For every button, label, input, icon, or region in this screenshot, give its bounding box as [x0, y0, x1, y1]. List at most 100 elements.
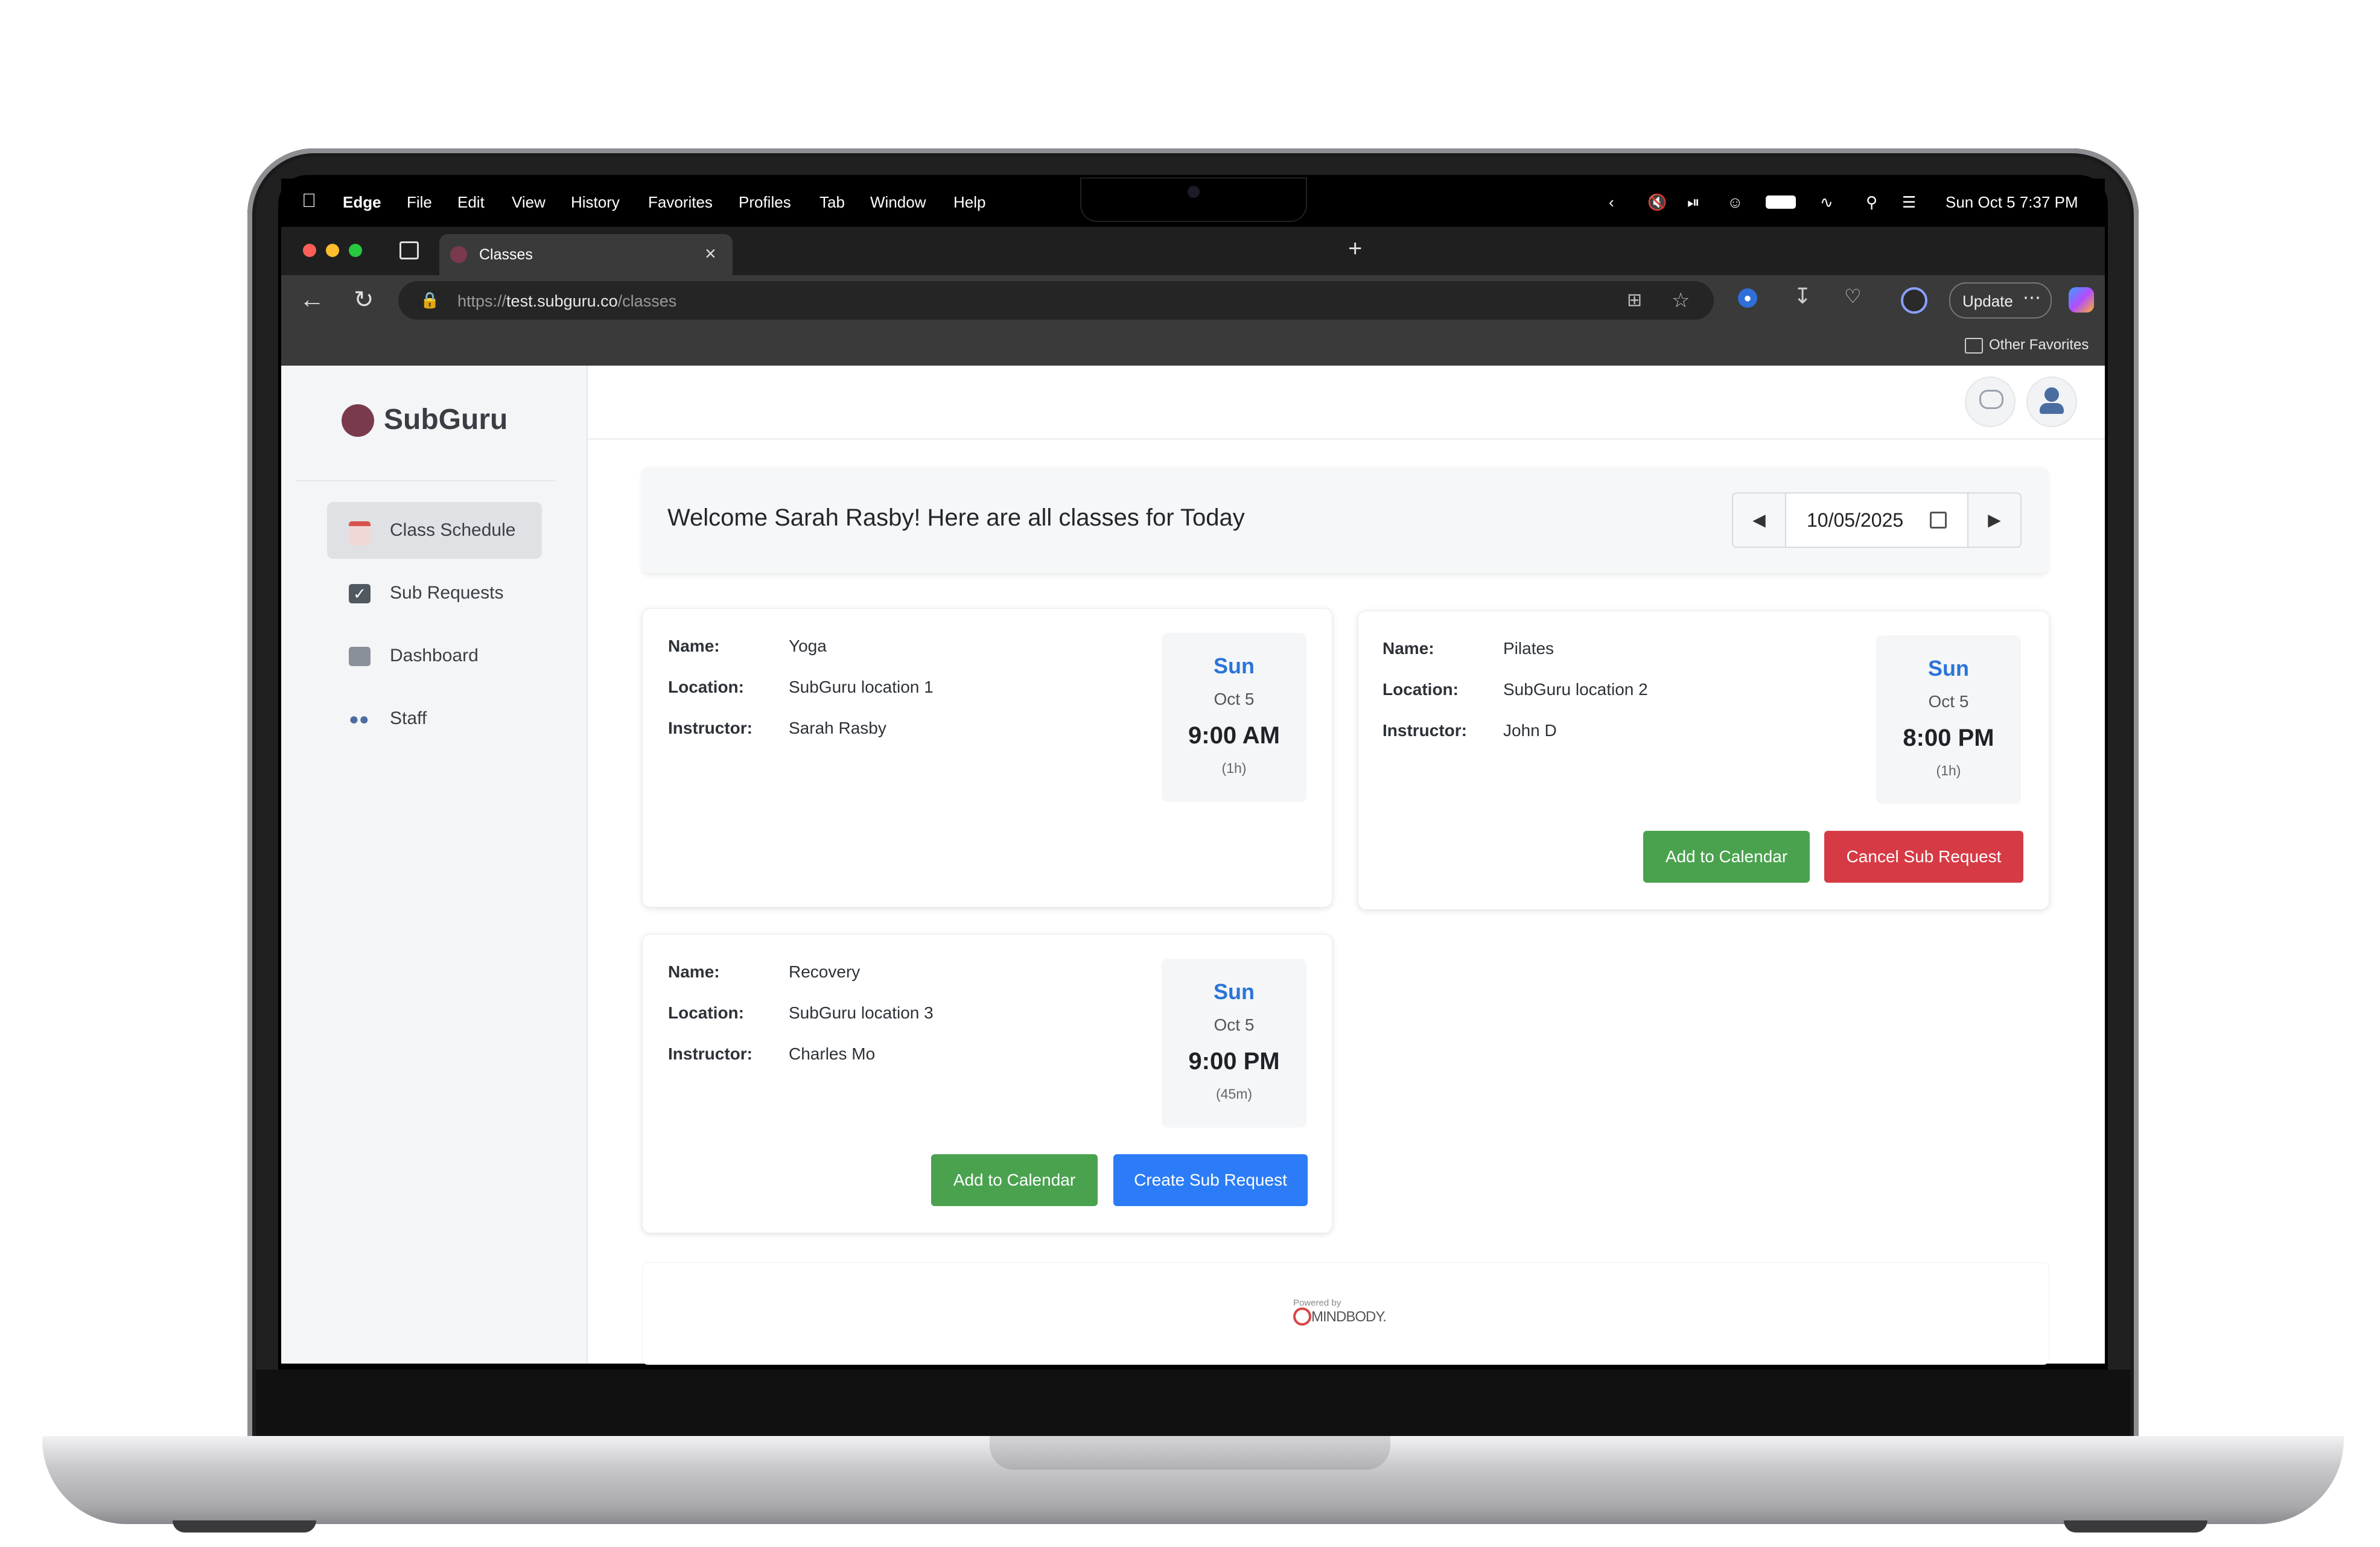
profile-button[interactable] — [2026, 376, 2077, 427]
user-head-icon — [2044, 387, 2059, 402]
class-instructor: John D — [1503, 721, 1557, 740]
day-of-week: Sun — [1214, 653, 1255, 678]
menu-tab[interactable]: Tab — [819, 193, 845, 212]
search-icon[interactable]: ⚲ — [1866, 193, 1877, 212]
close-tab-icon[interactable]: × — [705, 243, 716, 265]
sidebar-item-sub-requests[interactable]: ✓ Sub Requests — [327, 565, 542, 621]
location-label: Location: — [668, 678, 744, 696]
class-card: Name: Pilates Location: SubGuru location… — [1358, 611, 2049, 910]
user-circle-icon[interactable]: ☺ — [1727, 193, 1743, 212]
battery-icon[interactable] — [1766, 195, 1796, 209]
back-arrow-icon[interactable]: ← — [299, 285, 325, 314]
sidebar-item-label: Staff — [390, 708, 427, 728]
class-date-box: Sun Oct 5 9:00 PM (45m) — [1162, 959, 1306, 1128]
instructor-label: Instructor: — [668, 719, 752, 737]
download-icon[interactable]: ↧ — [1793, 284, 1812, 309]
tab-classes[interactable]: Classes × — [439, 234, 733, 275]
location-label: Location: — [668, 1003, 744, 1022]
heart-pulse-icon[interactable]: ♡ — [1844, 285, 1862, 308]
close-window-button[interactable] — [303, 244, 316, 257]
chevron-left-icon[interactable]: ‹ — [1609, 193, 1614, 212]
class-time: 8:00 PM — [1903, 725, 1994, 751]
menu-profiles[interactable]: Profiles — [739, 193, 791, 212]
class-duration: (45m) — [1215, 1086, 1253, 1102]
page-header-bar — [588, 366, 2105, 440]
create-sub-request-button[interactable]: Create Sub Request — [1113, 1154, 1308, 1206]
sidebar-item-dashboard[interactable]: Dashboard — [327, 627, 542, 684]
menu-help[interactable]: Help — [953, 193, 985, 212]
chat-button[interactable] — [1965, 376, 2016, 427]
add-to-calendar-button[interactable]: Add to Calendar — [1643, 831, 1810, 883]
camera-icon — [1188, 186, 1200, 198]
calendar-icon — [349, 521, 371, 545]
date-value: 10/05/2025 — [1807, 509, 1904, 531]
profile-avatar-icon[interactable] — [1901, 287, 1927, 314]
instructor-label: Instructor: — [668, 1044, 752, 1063]
folder-icon — [1965, 338, 1983, 354]
laptop-foot-right — [2064, 1520, 2207, 1533]
sidebar-item-class-schedule[interactable]: Class Schedule — [327, 502, 542, 559]
sidebar-toggle-icon[interactable] — [399, 241, 419, 259]
day-of-week: Sun — [1928, 656, 1969, 681]
add-to-calendar-button[interactable]: Add to Calendar — [931, 1154, 1098, 1206]
people-icon: ●● — [349, 710, 369, 728]
app-grid-icon[interactable]: ⊞ — [1627, 290, 1642, 311]
wifi-icon[interactable]: ∿ — [1820, 193, 1833, 212]
menu-favorites[interactable]: Favorites — [648, 193, 713, 212]
laptop-chin — [256, 1370, 2130, 1446]
brand-logo-icon — [342, 404, 374, 437]
mute-icon[interactable]: 🔇 — [1647, 193, 1667, 212]
menu-view[interactable]: View — [512, 193, 546, 212]
prev-day-button[interactable]: ◀ — [1733, 494, 1786, 547]
url-path: /classes — [617, 292, 677, 310]
more-dots-icon: ⋯ — [2023, 288, 2041, 308]
page-footer: Powered by MINDBODY. — [642, 1262, 2049, 1365]
reload-icon[interactable]: ↻ — [354, 286, 374, 314]
brand-name[interactable]: SubGuru — [384, 403, 508, 436]
menu-history[interactable]: History — [571, 193, 620, 212]
class-location: SubGuru location 2 — [1503, 680, 1648, 699]
other-favorites-link[interactable]: Other Favorites — [1989, 337, 2089, 354]
name-label: Name: — [668, 637, 720, 655]
tab-title: Classes — [479, 246, 533, 263]
password-manager-icon[interactable]: ● — [1738, 288, 1757, 308]
sidebar-item-label: Dashboard — [390, 646, 479, 665]
cancel-sub-request-button[interactable]: Cancel Sub Request — [1824, 831, 2023, 883]
sidebar-divider — [296, 480, 555, 481]
class-duration: (1h) — [1221, 760, 1247, 776]
menu-file[interactable]: File — [407, 193, 432, 212]
new-tab-plus-icon[interactable]: + — [1348, 235, 1362, 262]
date-input[interactable]: 10/05/2025 — [1786, 494, 1968, 547]
class-time: 9:00 AM — [1188, 722, 1280, 749]
url-prefix: https:// — [457, 292, 507, 310]
month-day: Oct 5 — [1214, 690, 1255, 708]
update-button[interactable]: Update ⋯ — [1949, 282, 2052, 319]
minimize-window-button[interactable] — [326, 244, 339, 257]
user-body-icon — [2040, 403, 2064, 414]
play-icon[interactable]: ⏯ — [1687, 193, 1700, 212]
menubar-clock[interactable]: Sun Oct 5 7:37 PM — [1946, 193, 2078, 212]
next-day-button[interactable]: ▶ — [1968, 494, 2020, 547]
control-center-icon[interactable]: ☰ — [1902, 193, 1916, 212]
class-location: SubGuru location 1 — [789, 678, 934, 696]
month-day: Oct 5 — [1214, 1015, 1255, 1034]
class-name: Pilates — [1503, 639, 1554, 658]
class-time: 9:00 PM — [1188, 1048, 1280, 1075]
menu-app-name[interactable]: Edge — [343, 193, 381, 212]
class-name: Yoga — [789, 637, 827, 655]
building-icon — [349, 647, 371, 666]
menu-window[interactable]: Window — [870, 193, 926, 212]
class-duration: (1h) — [1936, 763, 1961, 778]
apple-icon[interactable]:  — [302, 189, 316, 212]
sidebar-item-staff[interactable]: ●● Staff — [327, 690, 542, 747]
url-text: https://test.subguru.co/classes — [457, 292, 676, 311]
maximize-window-button[interactable] — [349, 244, 362, 257]
address-bar[interactable]: 🔒 https://test.subguru.co/classes ⊞ ☆ — [398, 281, 1714, 320]
sidebar-item-label: Sub Requests — [390, 583, 504, 603]
menu-edit[interactable]: Edit — [457, 193, 485, 212]
favorite-star-icon[interactable]: ☆ — [1672, 288, 1690, 313]
class-instructor: Sarah Rasby — [789, 719, 886, 737]
calendar-picker-icon[interactable] — [1930, 512, 1947, 529]
mindbody-logo-icon — [1293, 1307, 1311, 1326]
copilot-icon[interactable] — [2069, 287, 2094, 313]
